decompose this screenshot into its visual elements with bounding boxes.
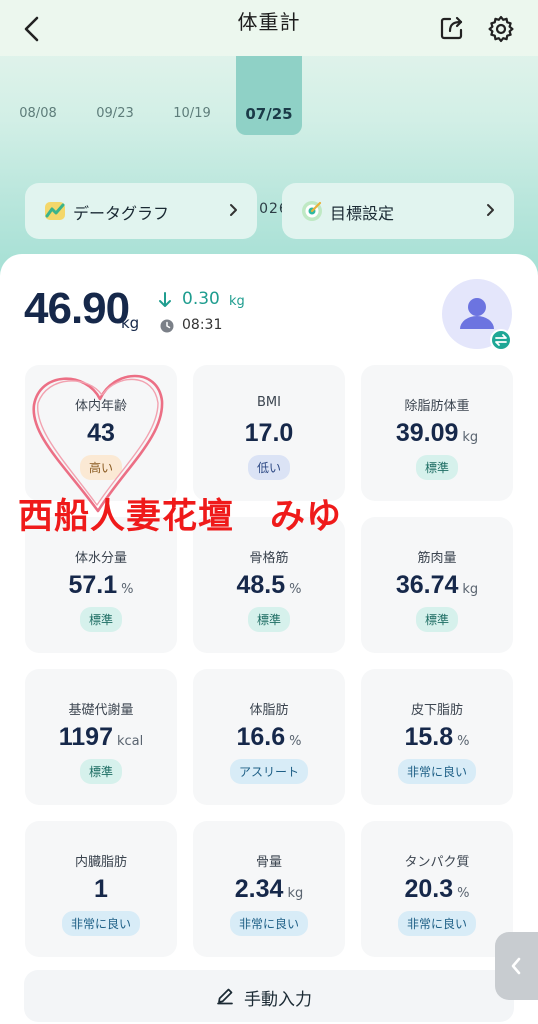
gear-icon[interactable] <box>486 14 516 44</box>
weight-value: 46.90 <box>24 284 130 333</box>
metric-value: 15.8 <box>404 723 454 751</box>
status-badge: 標準 <box>247 607 291 632</box>
clock-icon <box>160 319 174 333</box>
date-selector: 08/08 09/23 10/19 07/25 2026 <box>0 56 538 217</box>
date-item[interactable]: 09/23 <box>85 106 145 121</box>
metric-value: 20.3 <box>404 875 454 903</box>
chevron-right-icon <box>230 204 237 216</box>
status-badge: アスリート <box>229 759 309 784</box>
measurement-time: 08:31 <box>182 317 223 333</box>
switch-user-icon[interactable] <box>490 329 512 351</box>
goal-setting-button[interactable]: 目標設定 <box>282 183 514 239</box>
metric-card-bmr[interactable]: 基礎代謝量 1197 kcal 標準 <box>25 669 177 805</box>
metric-name: 除脂肪体重 <box>404 399 470 414</box>
metric-unit: kg <box>462 430 479 445</box>
share-icon[interactable] <box>438 14 466 42</box>
metric-value: 57.1 <box>68 571 118 599</box>
date-item-selected[interactable]: 07/25 <box>236 56 302 135</box>
watermark-text: 西船人妻花壇 みゆ <box>18 497 343 537</box>
metric-unit: % <box>457 734 470 749</box>
metric-name: BMI <box>257 395 281 410</box>
status-badge: 非常に良い <box>397 759 477 784</box>
metric-name: 体水分量 <box>74 551 127 566</box>
target-icon <box>302 201 322 221</box>
status-badge: 非常に良い <box>61 911 141 936</box>
metric-unit: % <box>121 582 134 597</box>
status-badge: 非常に良い <box>229 911 309 936</box>
metric-value: 2.34 <box>234 875 284 903</box>
metric-value: 17.0 <box>244 419 294 447</box>
selected-date-label: 07/25 <box>245 105 293 123</box>
metric-card-bone-mass[interactable]: 骨量 2.34 kg 非常に良い <box>193 821 345 957</box>
data-graph-button[interactable]: データグラフ <box>25 183 257 239</box>
weight-unit: kg <box>121 314 140 332</box>
metric-value: 43 <box>87 419 115 447</box>
metric-value: 36.74 <box>395 571 459 599</box>
weight-change-unit: kg <box>229 294 245 309</box>
status-badge: 低い <box>247 455 291 480</box>
date-item[interactable]: 08/08 <box>8 106 68 121</box>
goal-setting-label: 目標設定 <box>330 204 395 223</box>
metric-name: 基礎代謝量 <box>68 703 134 718</box>
metric-value: 48.5 <box>236 571 286 599</box>
status-badge: 標準 <box>415 607 459 632</box>
metric-value: 39.09 <box>395 419 459 447</box>
metric-name: 体内年齢 <box>74 399 127 414</box>
manual-input-label: 手動入力 <box>244 990 312 1010</box>
metric-unit: % <box>289 582 302 597</box>
metric-value: 1 <box>94 875 108 903</box>
side-drawer-tab[interactable] <box>495 932 538 1000</box>
status-badge: 標準 <box>415 455 459 480</box>
metric-unit: kg <box>287 886 304 901</box>
metric-value: 1197 <box>58 723 113 751</box>
status-badge: 標準 <box>79 607 123 632</box>
status-badge: 標準 <box>79 759 123 784</box>
metric-card-visceral-fat[interactable]: 内臓脂肪 1 非常に良い <box>25 821 177 957</box>
chevron-right-icon <box>487 204 494 216</box>
manual-input-button[interactable]: 手動入力 <box>24 970 514 1022</box>
weight-change-value: 0.30 <box>182 289 220 309</box>
metric-card-subcutaneous-fat[interactable]: 皮下脂肪 15.8% 非常に良い <box>361 669 513 805</box>
metric-name: 骨格筋 <box>249 551 289 566</box>
metric-unit: kg <box>462 582 479 597</box>
metric-unit: kcal <box>116 734 144 749</box>
metric-name: 骨量 <box>255 855 282 870</box>
metric-unit: % <box>457 886 470 901</box>
pencil-icon <box>217 988 233 1005</box>
data-graph-label: データグラフ <box>73 204 170 223</box>
metric-card-body-fat[interactable]: 体脂肪 16.6% アスリート <box>193 669 345 805</box>
metric-name: タンパク質 <box>404 855 470 870</box>
metric-unit: % <box>289 734 302 749</box>
status-badge: 非常に良い <box>397 911 477 936</box>
top-bar: 体重計 <box>0 0 538 56</box>
status-badge: 高い <box>79 455 123 480</box>
metric-name: 筋肉量 <box>417 551 457 566</box>
metric-card-muscle-mass[interactable]: 筋肉量 36.74 kg 標準 <box>361 517 513 653</box>
metric-value: 16.6 <box>236 723 286 751</box>
metric-name: 内臓脂肪 <box>74 855 127 870</box>
date-item[interactable]: 10/19 <box>162 106 222 121</box>
arrow-down-icon <box>159 292 171 307</box>
chart-icon <box>45 202 65 220</box>
chevron-left-icon <box>511 957 521 975</box>
metric-name: 体脂肪 <box>249 703 289 718</box>
metric-name: 皮下脂肪 <box>410 703 463 718</box>
metric-card-body-age[interactable]: 体内年齢 43 高い <box>25 365 177 501</box>
metric-card-protein[interactable]: タンパク質 20.3% 非常に良い <box>361 821 513 957</box>
metric-card-lean-mass[interactable]: 除脂肪体重 39.09 kg 標準 <box>361 365 513 501</box>
metric-card-bmi[interactable]: BMI 17.0 低い <box>193 365 345 501</box>
